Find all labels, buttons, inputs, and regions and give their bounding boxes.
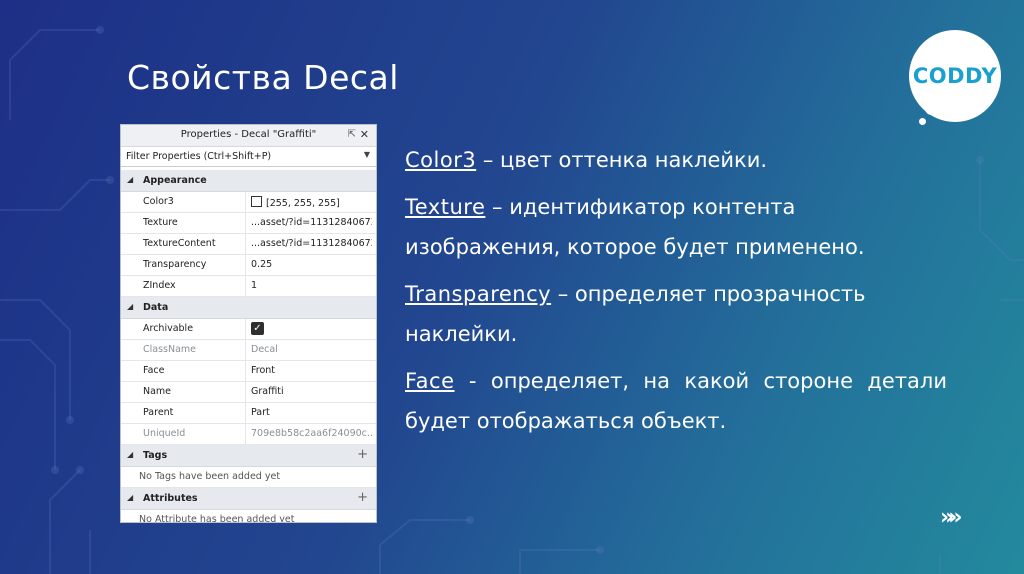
- property-value: Decal: [251, 344, 278, 355]
- logo-bubble: CODDY: [909, 30, 1001, 122]
- logo-dot: [919, 118, 926, 125]
- empty-text: No Attribute has been added yet: [139, 514, 295, 523]
- panel-title: Properties - Decal "Graffiti": [180, 129, 317, 140]
- collapse-arrow-icon[interactable]: ◢: [127, 302, 133, 311]
- color-value: [255, 255, 255]: [266, 198, 340, 209]
- logo-dot: [925, 102, 938, 115]
- property-name: Archivable: [143, 323, 194, 334]
- chevron-down-icon[interactable]: ▼: [364, 150, 370, 159]
- property-name: Face: [143, 365, 165, 376]
- property-row-texturecontent[interactable]: TextureContent ...asset/?id=11312840673: [121, 234, 376, 255]
- property-row-parent[interactable]: Parent Part: [121, 403, 376, 424]
- property-row-transparency[interactable]: Transparency 0.25: [121, 255, 376, 276]
- slide-title: Свойства Decal: [127, 58, 399, 97]
- property-row-texture[interactable]: Texture ...asset/?id=11312840673: [121, 213, 376, 234]
- color-swatch-icon[interactable]: [251, 196, 262, 207]
- category-label: Appearance: [143, 175, 207, 186]
- term-texture: Texture: [405, 195, 486, 219]
- property-grid: ◢ Appearance Color3 [255, 255, 255] Text…: [121, 170, 376, 523]
- property-value[interactable]: Graffiti: [251, 386, 372, 397]
- property-row-archivable[interactable]: Archivable ✓: [121, 319, 376, 340]
- archivable-checkbox[interactable]: ✓: [251, 322, 264, 335]
- term-color3: Color3: [405, 148, 477, 172]
- property-name: Color3: [143, 196, 174, 207]
- property-name: Parent: [143, 407, 174, 418]
- properties-panel: Properties - Decal "Graffiti" ⇱ ✕ Filter…: [120, 124, 377, 523]
- property-row-color3[interactable]: Color3 [255, 255, 255]: [121, 192, 376, 213]
- category-label: Attributes: [143, 493, 198, 504]
- panel-titlebar: Properties - Decal "Graffiti" ⇱ ✕: [121, 125, 376, 147]
- add-tag-icon[interactable]: +: [357, 447, 368, 462]
- property-value[interactable]: [255, 255, 255]: [251, 196, 372, 209]
- property-name: ZIndex: [143, 280, 176, 291]
- collapse-arrow-icon[interactable]: ◢: [127, 493, 133, 502]
- term-transparency: Transparency: [405, 282, 552, 306]
- property-name: Transparency: [143, 259, 207, 270]
- pin-icon[interactable]: ⇱: [348, 129, 356, 140]
- definition-color3: – цвет оттенка наклейки.: [476, 148, 768, 172]
- property-row-classname: ClassName Decal: [121, 340, 376, 361]
- definition-face: - определяет, на какой стороне детали бу…: [405, 369, 947, 433]
- attributes-empty-message: No Attribute has been added yet: [121, 510, 376, 523]
- property-value[interactable]: ...asset/?id=11312840673: [251, 238, 372, 249]
- property-value[interactable]: ...asset/?id=11312840673: [251, 217, 372, 228]
- category-label: Tags: [143, 450, 168, 461]
- property-value[interactable]: Part: [251, 407, 372, 418]
- term-face: Face: [405, 369, 455, 393]
- property-value[interactable]: 1: [251, 280, 372, 291]
- property-row-zindex[interactable]: ZIndex 1: [121, 276, 376, 297]
- property-value[interactable]: 0.25: [251, 259, 372, 270]
- tags-empty-message: No Tags have been added yet: [121, 467, 376, 488]
- property-value[interactable]: Front: [251, 365, 372, 376]
- collapse-arrow-icon[interactable]: ◢: [127, 450, 133, 459]
- property-value: 709e8b58c2aa6f24090c...: [251, 428, 372, 439]
- property-name: Name: [143, 386, 172, 397]
- category-label: Data: [143, 302, 169, 313]
- coddy-logo: CODDY: [905, 26, 1005, 130]
- next-slide-icon[interactable]: »»: [940, 505, 963, 530]
- property-row-face[interactable]: Face Front: [121, 361, 376, 382]
- category-attributes[interactable]: ◢ Attributes +: [121, 488, 376, 510]
- description-color3: Color3 – цвет оттенка наклейки.: [405, 140, 947, 180]
- property-row-name[interactable]: Name Graffiti: [121, 382, 376, 403]
- description-transparency: Transparency – определяет прозрачность н…: [405, 274, 947, 354]
- property-name: Texture: [143, 217, 178, 228]
- empty-text: No Tags have been added yet: [139, 471, 281, 482]
- filter-properties-input[interactable]: Filter Properties (Ctrl+Shift+P) ▼: [121, 147, 376, 167]
- property-descriptions: Color3 – цвет оттенка наклейки. Texture …: [405, 140, 947, 448]
- close-icon[interactable]: ✕: [360, 128, 369, 141]
- add-attribute-icon[interactable]: +: [357, 490, 368, 505]
- description-face: Face - определяет, на какой стороне дета…: [405, 361, 947, 441]
- category-appearance[interactable]: ◢ Appearance: [121, 170, 376, 192]
- collapse-arrow-icon[interactable]: ◢: [127, 175, 133, 184]
- logo-text: CODDY: [912, 64, 998, 88]
- property-row-uniqueid: UniqueId 709e8b58c2aa6f24090c...: [121, 424, 376, 445]
- description-texture: Texture – идентификатор контента изображ…: [405, 187, 947, 267]
- category-data[interactable]: ◢ Data: [121, 297, 376, 319]
- filter-placeholder: Filter Properties (Ctrl+Shift+P): [126, 151, 272, 162]
- category-tags[interactable]: ◢ Tags +: [121, 445, 376, 467]
- property-name: UniqueId: [143, 428, 186, 439]
- property-name: ClassName: [143, 344, 197, 355]
- property-name: TextureContent: [143, 238, 216, 249]
